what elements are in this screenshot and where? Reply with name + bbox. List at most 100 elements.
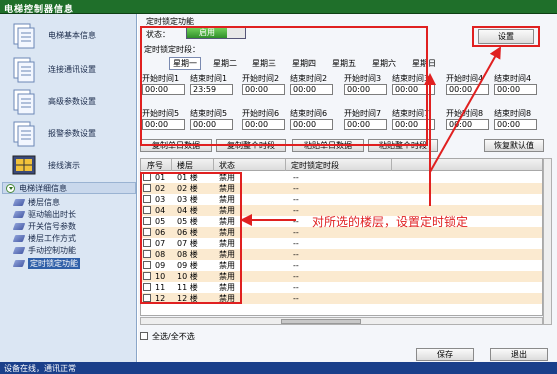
start-time-input[interactable]: 00:00 — [142, 84, 185, 95]
row-checkbox[interactable] — [143, 173, 151, 181]
start-time-label: 开始时间3 — [344, 74, 382, 83]
start-time-input[interactable]: 00:00 — [446, 119, 489, 130]
section-title: 定时锁定功能 — [146, 17, 194, 26]
row-checkbox[interactable] — [143, 206, 151, 214]
sidebar-subitem-timed-lock[interactable]: 定时锁定功能 — [12, 258, 134, 269]
end-time-input[interactable]: 00:00 — [392, 119, 435, 130]
end-time-input[interactable]: 00:00 — [290, 84, 333, 95]
copy-day-button[interactable]: 复制单日数据 — [140, 139, 212, 152]
bullet-icon — [12, 235, 26, 242]
paste-all-button[interactable]: 粘贴整个时段 — [368, 139, 438, 152]
column-divider — [213, 159, 214, 171]
start-time-input[interactable]: 00:00 — [242, 119, 285, 130]
sidebar-item-label: 电梯基本信息 — [48, 31, 96, 40]
cell-no: 06 — [155, 228, 166, 237]
status-toggle[interactable]: 启用 — [186, 27, 246, 39]
cell-period: -- — [293, 294, 299, 303]
cell-period: -- — [293, 283, 299, 292]
table-row[interactable]: 11 11 楼 禁用 -- — [141, 282, 542, 293]
sidebar-subitem-switch-signal[interactable]: 开关信号参数 — [12, 221, 134, 232]
restore-default-button[interactable]: 恢复默认值 — [484, 139, 544, 152]
sidebar-item-basic-info[interactable]: 电梯基本信息 — [4, 20, 134, 52]
row-checkbox[interactable] — [143, 217, 151, 225]
tab-day-7[interactable]: 星期日 — [412, 58, 436, 69]
row-checkbox[interactable] — [143, 272, 151, 280]
row-checkbox[interactable] — [143, 250, 151, 258]
sidebar-item-connection[interactable]: 连接通讯设置 — [4, 54, 134, 86]
cell-status: 禁用 — [219, 217, 235, 226]
end-time-input[interactable]: 00:00 — [494, 84, 537, 95]
exit-button[interactable]: 退出 — [490, 348, 548, 361]
cell-period: -- — [293, 250, 299, 259]
save-button[interactable]: 保存 — [416, 348, 474, 361]
start-time-input[interactable]: 00:00 — [344, 84, 387, 95]
settings-button[interactable]: 设置 — [478, 29, 534, 44]
start-time-input[interactable]: 00:00 — [242, 84, 285, 95]
horizontal-scrollbar[interactable] — [140, 317, 543, 325]
tab-day-1[interactable]: 星期一 — [169, 57, 201, 70]
collapse-toggle-icon[interactable] — [6, 184, 15, 193]
vertical-scrollbar[interactable] — [543, 158, 552, 325]
cell-floor: 08 楼 — [177, 250, 198, 259]
end-time-input[interactable]: 00:00 — [392, 84, 435, 95]
sidebar-item-label: 连接通讯设置 — [48, 65, 96, 74]
start-time-input[interactable]: 00:00 — [142, 119, 185, 130]
table-row[interactable]: 08 08 楼 禁用 -- — [141, 249, 542, 260]
row-checkbox[interactable] — [143, 239, 151, 247]
copy-all-button[interactable]: 复制整个时段 — [216, 139, 286, 152]
end-time-input[interactable]: 00:00 — [190, 119, 233, 130]
sidebar-subitem-manual-control[interactable]: 手动控制功能 — [12, 245, 134, 256]
end-time-input[interactable]: 00:00 — [494, 119, 537, 130]
status-label: 状态： — [146, 30, 170, 39]
tab-day-3[interactable]: 星期三 — [252, 58, 276, 69]
sidebar-subitem-drive-duration[interactable]: 驱动输出时长 — [12, 209, 134, 220]
cell-period: -- — [293, 206, 299, 215]
section-header-detail[interactable]: 电梯详细信息 — [2, 182, 136, 194]
table-row[interactable]: 07 07 楼 禁用 -- — [141, 238, 542, 249]
end-time-label: 结束时间1 — [190, 74, 228, 83]
sidebar-item-label: 报警参数设置 — [48, 129, 96, 138]
sidebar-item-alarm[interactable]: 报警参数设置 — [4, 118, 134, 150]
end-time-label: 结束时间5 — [190, 109, 228, 118]
row-checkbox[interactable] — [143, 261, 151, 269]
sidebar-item-advanced[interactable]: 高级参数设置 — [4, 86, 134, 118]
table-row[interactable]: 01 01 楼 禁用 -- — [141, 172, 542, 183]
sidebar-item-wiring[interactable]: 接线演示 — [4, 150, 134, 182]
tab-day-4[interactable]: 星期四 — [292, 58, 316, 69]
table-row[interactable]: 10 10 楼 禁用 -- — [141, 271, 542, 282]
cell-floor: 02 楼 — [177, 184, 198, 193]
tab-day-2[interactable]: 星期二 — [213, 58, 237, 69]
subitem-label: 手动控制功能 — [28, 246, 76, 255]
end-time-input[interactable]: 23:59 — [190, 84, 233, 95]
sidebar-subitem-floor-mode[interactable]: 楼层工作方式 — [12, 233, 134, 244]
start-time-input[interactable]: 00:00 — [344, 119, 387, 130]
end-time-label: 结束时间2 — [290, 74, 328, 83]
table-row[interactable]: 12 12 楼 禁用 -- — [141, 293, 542, 304]
tab-day-6[interactable]: 星期六 — [372, 58, 396, 69]
row-checkbox[interactable] — [143, 228, 151, 236]
table-row[interactable]: 03 03 楼 禁用 -- — [141, 194, 542, 205]
column-divider — [171, 159, 172, 171]
start-time-input[interactable]: 00:00 — [446, 84, 489, 95]
cell-no: 01 — [155, 173, 166, 182]
sidebar-subitem-floor-info[interactable]: 楼层信息 — [12, 197, 134, 208]
cell-period: -- — [293, 195, 299, 204]
row-checkbox[interactable] — [143, 283, 151, 291]
select-all-label: 全选/全不选 — [152, 332, 195, 341]
cell-no: 07 — [155, 239, 166, 248]
paste-day-button[interactable]: 粘贴单日数据 — [292, 139, 364, 152]
table-row[interactable]: 02 02 楼 禁用 -- — [141, 183, 542, 194]
bullet-icon — [12, 211, 26, 218]
column-divider — [391, 159, 392, 171]
cell-floor: 12 楼 — [177, 294, 198, 303]
tab-day-5[interactable]: 星期五 — [332, 58, 356, 69]
scrollbar-thumb[interactable] — [281, 319, 361, 324]
start-time-label: 开始时间1 — [142, 74, 180, 83]
start-time-label: 开始时间5 — [142, 109, 180, 118]
select-all-checkbox[interactable] — [140, 332, 148, 340]
row-checkbox[interactable] — [143, 195, 151, 203]
row-checkbox[interactable] — [143, 184, 151, 192]
end-time-input[interactable]: 00:00 — [290, 119, 333, 130]
table-row[interactable]: 09 09 楼 禁用 -- — [141, 260, 542, 271]
row-checkbox[interactable] — [143, 294, 151, 302]
